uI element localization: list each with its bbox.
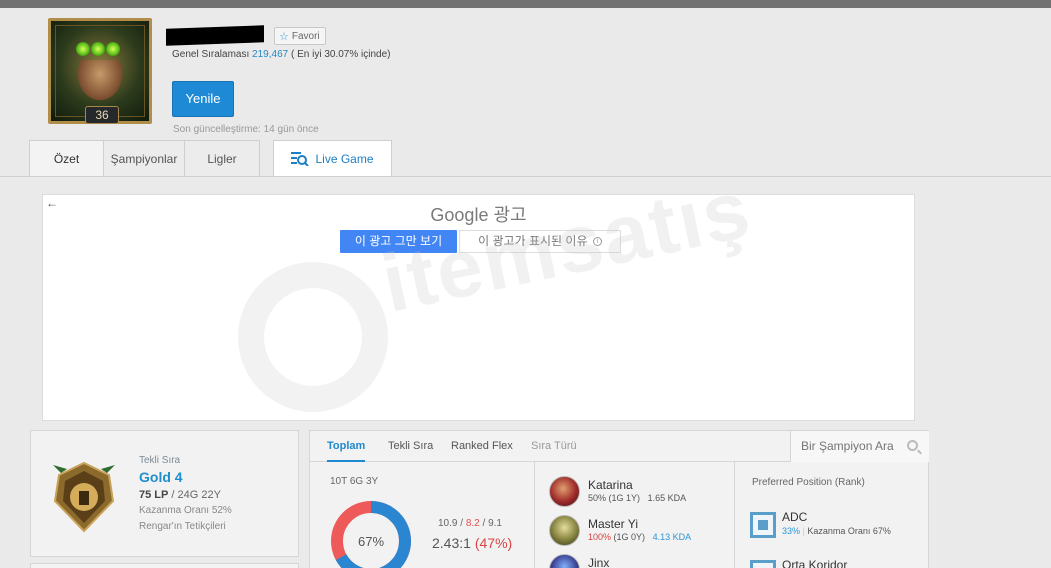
tabs-divider <box>0 176 1051 177</box>
ad-container: ← Google 광고 이 광고 그만 보기 이 광고가 표시된 이유 i <box>42 194 915 421</box>
avg-deaths: 8.2 <box>465 518 480 529</box>
kda-ratio-value: 2.43:1 <box>432 535 471 551</box>
position-share: 33% <box>782 526 801 536</box>
league-name[interactable]: Rengar'ın Tetikçileri <box>139 521 226 532</box>
tab-live-game-label: Live Game <box>315 152 374 166</box>
last-updated: Son güncelleştirme: 14 gün önce <box>173 124 319 135</box>
tab-champions[interactable]: Şampiyonlar <box>103 140 185 177</box>
tab-leagues[interactable]: Ligler <box>184 140 260 177</box>
jinx-avatar-icon <box>549 554 580 568</box>
preferred-position-title: Preferred Position (Rank) <box>752 477 865 488</box>
katarina-avatar-icon <box>549 476 580 507</box>
ad-title: Google 광고 <box>430 205 527 225</box>
summoner-name-redacted <box>166 25 264 46</box>
stats-panel: Toplam Tekli Sıra Ranked Flex Sıra Türü … <box>309 430 929 568</box>
kda-sep: / <box>482 518 486 529</box>
champion-search-input[interactable] <box>801 439 901 453</box>
ranked-winrate: Kazanma Oranı 52% <box>139 505 232 516</box>
avg-kills: 10.9 <box>438 518 458 529</box>
kda-sep: / <box>460 518 464 529</box>
stats-tabs: Toplam Tekli Sıra Ranked Flex Sıra Türü <box>310 431 929 462</box>
avg-assists: 9.1 <box>488 518 502 529</box>
champion-name: Katarina <box>588 478 633 492</box>
refresh-button[interactable]: Yenile <box>172 81 234 117</box>
preferred-position-column: Preferred Position (Rank) ADC 33% | Kaza… <box>734 462 930 568</box>
position-winrate: Kazanma Oranı 67% <box>807 526 891 536</box>
champion-winrate: 100% <box>588 532 612 542</box>
ranked-record: / 24G 22Y <box>171 489 221 501</box>
tier-name: Gold 4 <box>139 469 183 485</box>
ranked-queue: Tekli Sıra <box>139 455 181 466</box>
average-kda: 10.9 / 8.2 / 9.1 <box>438 518 502 529</box>
ladder-rank-prefix: Genel Sıralaması <box>172 49 250 60</box>
ranked-card: Tekli Sıra Gold 4 75 LP / 24G 22Y Kazanm… <box>30 430 299 557</box>
ladder-rank: Genel Sıralaması 219,467 ( En iyi 30.07%… <box>172 49 390 60</box>
stats-tab-flex[interactable]: Ranked Flex <box>451 431 513 462</box>
live-game-icon <box>291 152 310 166</box>
ladder-rank-value[interactable]: 219,467 <box>252 49 288 60</box>
why-ad-label: 이 광고가 표시된 이유 <box>478 234 588 248</box>
stats-tab-total[interactable]: Toplam <box>327 431 366 462</box>
summary-column: 10T 6G 3Y 67% 10.9 / 8.2 / 9.1 2.43:1 (4… <box>310 462 534 568</box>
champion-name: Jinx <box>588 556 610 568</box>
ranked-card-secondary <box>30 563 299 568</box>
favorite-button[interactable]: ☆ Favori <box>274 27 326 45</box>
goggles-icon <box>76 42 120 58</box>
games-record: 10T 6G 3Y <box>330 476 379 487</box>
tab-live-game[interactable]: Live Game <box>273 140 392 177</box>
stop-ad-button[interactable]: 이 광고 그만 보기 <box>340 230 457 253</box>
champion-kda: 4.13 KDA <box>652 532 692 542</box>
champion-stats: 50% (1G 1Y) 1.65 KDA <box>588 493 686 503</box>
mid-position-icon <box>750 560 776 568</box>
champion-winrate: 50% <box>588 493 607 503</box>
info-icon: i <box>592 237 602 247</box>
lp-value: 75 LP <box>139 489 169 501</box>
position-stats: 33% | Kazanma Oranı 67% <box>782 526 891 536</box>
summoner-avatar: 36 <box>48 18 152 124</box>
champion-name: Master Yi <box>588 517 639 531</box>
champion-kda: 1.65 KDA <box>647 493 687 503</box>
champion-search <box>790 431 929 462</box>
kill-participation: (47%) <box>474 535 513 551</box>
favorite-label: Favori <box>291 30 320 42</box>
master-yi-avatar-icon <box>549 515 580 546</box>
adc-position-icon <box>750 512 776 538</box>
league-points: 75 LP / 24G 22Y <box>139 489 221 501</box>
gold-tier-emblem-icon <box>53 461 115 533</box>
tab-summary[interactable]: Özet <box>29 140 104 177</box>
position-name: ADC <box>782 510 808 524</box>
summoner-level: 36 <box>85 106 119 124</box>
kda-ratio: 2.43:1 (47%) <box>432 535 512 551</box>
champion-stats: 100% (1G 0Y) 4.13 KDA <box>588 532 691 542</box>
champion-record: (1G 0Y) <box>613 532 646 542</box>
ladder-rank-suffix: ( En iyi 30.07% içinde) <box>290 49 391 60</box>
stats-tab-solo[interactable]: Tekli Sıra <box>388 431 433 462</box>
champion-portrait-icon <box>78 60 122 100</box>
position-name: Orta Koridor <box>782 558 848 568</box>
top-bar <box>0 0 1051 8</box>
why-ad-button[interactable]: 이 광고가 표시된 이유 i <box>459 230 621 253</box>
top-champions-column: Katarina 50% (1G 1Y) 1.65 KDA Master Yi … <box>534 462 734 568</box>
winrate-percent: 67% <box>357 534 385 549</box>
search-icon[interactable] <box>907 440 918 451</box>
star-icon: ☆ <box>279 30 289 43</box>
stats-tab-queue-type[interactable]: Sıra Türü <box>531 431 577 462</box>
champion-record: (1G 1Y) <box>608 493 641 503</box>
